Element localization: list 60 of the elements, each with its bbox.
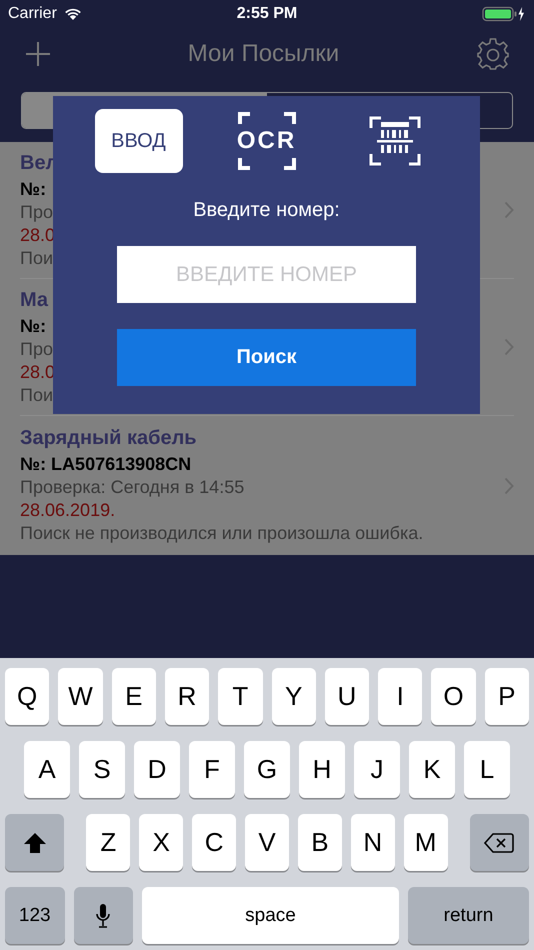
- keyboard-key[interactable]: B: [298, 814, 342, 871]
- ocr-tab[interactable]: OCR: [222, 109, 310, 173]
- check-time: Про: [20, 202, 54, 222]
- keyboard-key[interactable]: I: [378, 668, 422, 725]
- parcel-name: Ма: [20, 288, 50, 312]
- keyboard-key[interactable]: X: [139, 814, 184, 871]
- keyboard-key[interactable]: U: [324, 668, 370, 725]
- microphone-icon: [95, 902, 112, 928]
- space-key[interactable]: space: [142, 887, 399, 944]
- keyboard-key[interactable]: D: [134, 741, 180, 798]
- numbers-key[interactable]: 123: [5, 887, 65, 944]
- keyboard-key[interactable]: C: [192, 814, 236, 871]
- wifi-icon: [62, 7, 83, 21]
- shift-arrow-icon: [22, 832, 47, 854]
- keyboard-key[interactable]: W: [58, 668, 103, 725]
- keyboard-key[interactable]: A: [24, 741, 70, 798]
- return-key[interactable]: return: [408, 887, 529, 944]
- keyboard-key[interactable]: Z: [86, 814, 130, 871]
- search-button[interactable]: Поиск: [117, 329, 416, 386]
- keyboard-key[interactable]: F: [189, 741, 235, 798]
- keyboard-key[interactable]: J: [354, 741, 400, 798]
- keyboard-key[interactable]: V: [245, 814, 289, 871]
- parcel-number: №: LA507613908CN: [20, 454, 192, 475]
- add-icon[interactable]: [25, 41, 51, 67]
- carrier-label: Carrier: [8, 5, 57, 23]
- manual-input-tab[interactable]: ВВОД: [94, 109, 182, 173]
- keyboard-key[interactable]: H: [299, 741, 345, 798]
- battery-icon: [482, 6, 526, 22]
- keyboard-key[interactable]: S: [79, 741, 125, 798]
- parcel-status: Пои: [20, 248, 54, 268]
- keyboard-key[interactable]: K: [409, 741, 455, 798]
- keyboard-key[interactable]: Q: [5, 668, 50, 725]
- keyboard-key[interactable]: P: [484, 668, 529, 725]
- backspace-icon: [484, 832, 514, 854]
- keyboard-key[interactable]: T: [218, 668, 262, 725]
- keyboard-key[interactable]: O: [431, 668, 476, 725]
- parcel-number: №:: [20, 316, 48, 336]
- settings-icon[interactable]: [476, 37, 510, 71]
- tracking-number-field[interactable]: ВВЕДИТЕ НОМЕР: [117, 246, 416, 303]
- microphone-key[interactable]: [74, 887, 134, 944]
- keyboard-key[interactable]: G: [244, 741, 290, 798]
- keyboard-key[interactable]: L: [464, 741, 510, 798]
- check-time: Проверка: Сегодня в 14:55: [20, 477, 246, 498]
- keyboard-key[interactable]: E: [112, 668, 156, 725]
- parcel-date: 28.06.2019.: [20, 500, 116, 521]
- keyboard-key[interactable]: N: [350, 814, 395, 871]
- keyboard-key[interactable]: Y: [272, 668, 316, 725]
- parcel-status: Поиск не производился или произошла ошибка.: [20, 523, 424, 544]
- parcel-status: Пои: [20, 384, 54, 406]
- check-time: Про: [20, 338, 54, 360]
- parcel-row[interactable]: Зарядный кабель №: LA507613908CN Проверка: Сегодня в 14:55 28.06.2019. Поиск не производился или произошла ошибка.: [20, 416, 514, 555]
- parcel-name: Зарядный кабель: [20, 427, 198, 450]
- parcel-number: №:: [20, 178, 48, 200]
- nav-title: Мои Посылки: [188, 40, 340, 68]
- keyboard-key[interactable]: M: [404, 814, 448, 871]
- delete-key[interactable]: [470, 814, 530, 871]
- shift-key[interactable]: [4, 814, 64, 871]
- keyboard-key[interactable]: R: [164, 668, 210, 725]
- status-time: 2:55 PM: [236, 5, 298, 23]
- prompt-label: Введите номер:: [193, 199, 340, 222]
